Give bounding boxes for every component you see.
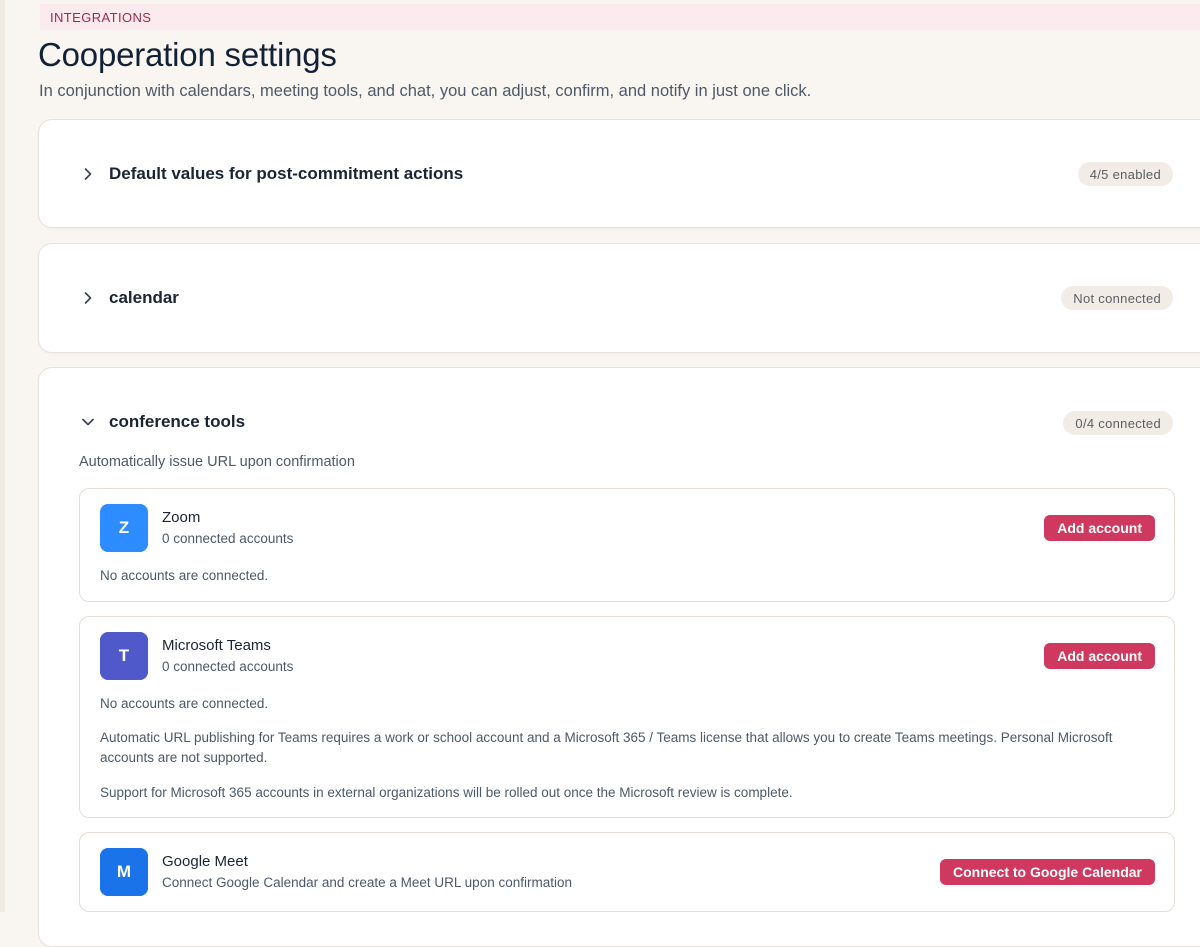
tool-name: Microsoft Teams bbox=[162, 637, 271, 654]
chevron-down-icon bbox=[81, 415, 95, 429]
tool-card-zoom: Z Zoom 0 connected accounts Add account … bbox=[79, 488, 1175, 602]
section-title: conference tools bbox=[109, 412, 246, 431]
tool-status-note: No accounts are connected. bbox=[100, 696, 269, 711]
section-post-commitment-toggle[interactable]: Default values for post-commitment actio… bbox=[81, 164, 463, 184]
tool-description: Connect Google Calendar and create a Mee… bbox=[162, 875, 572, 890]
section-calendar-toggle[interactable]: calendar bbox=[81, 288, 179, 308]
section-description: Automatically issue URL upon confirmatio… bbox=[79, 454, 355, 470]
section-title: calendar bbox=[109, 288, 179, 307]
status-badge: Not connected bbox=[1061, 286, 1173, 310]
google-meet-logo-icon: M bbox=[100, 848, 148, 896]
tool-connected-count: 0 connected accounts bbox=[162, 531, 294, 546]
status-badge: 4/5 enabled bbox=[1077, 162, 1173, 186]
tool-name: Zoom bbox=[162, 509, 201, 526]
section-calendar: calendar Not connected bbox=[38, 243, 1200, 353]
page-subtitle: In conjunction with calendars, meeting t… bbox=[39, 82, 812, 100]
chevron-right-icon bbox=[81, 167, 95, 181]
tool-connected-count: 0 connected accounts bbox=[162, 659, 294, 674]
tool-name: Google Meet bbox=[162, 853, 248, 870]
page-title: Cooperation settings bbox=[38, 36, 337, 73]
section-eyebrow: INTEGRATIONS bbox=[40, 4, 1200, 30]
section-post-commitment: Default values for post-commitment actio… bbox=[38, 119, 1200, 228]
teams-external-org-note: Support for Microsoft 365 accounts in ex… bbox=[100, 785, 793, 800]
teams-logo-icon: T bbox=[100, 632, 148, 680]
tool-card-google-meet: M Google Meet Connect Google Calendar an… bbox=[79, 832, 1175, 912]
section-conference-tools-toggle[interactable]: conference tools bbox=[81, 412, 245, 432]
add-account-button[interactable]: Add account bbox=[1044, 643, 1155, 669]
eyebrow-label: INTEGRATIONS bbox=[50, 10, 152, 25]
connect-google-calendar-button[interactable]: Connect to Google Calendar bbox=[939, 859, 1155, 885]
status-badge: 0/4 connected bbox=[1063, 411, 1173, 435]
zoom-logo-icon: Z bbox=[100, 504, 148, 552]
section-title: Default values for post-commitment actio… bbox=[109, 164, 464, 183]
tool-status-note: No accounts are connected. bbox=[100, 568, 269, 583]
add-account-button[interactable]: Add account bbox=[1044, 515, 1155, 541]
left-edge-rule bbox=[0, 0, 5, 912]
section-conference-tools: conference tools 0/4 connected Automatic… bbox=[38, 367, 1200, 947]
teams-license-note: Automatic URL publishing for Teams requi… bbox=[100, 730, 1113, 765]
tool-card-teams: T Microsoft Teams 0 connected accounts A… bbox=[79, 616, 1175, 818]
chevron-right-icon bbox=[81, 291, 95, 305]
